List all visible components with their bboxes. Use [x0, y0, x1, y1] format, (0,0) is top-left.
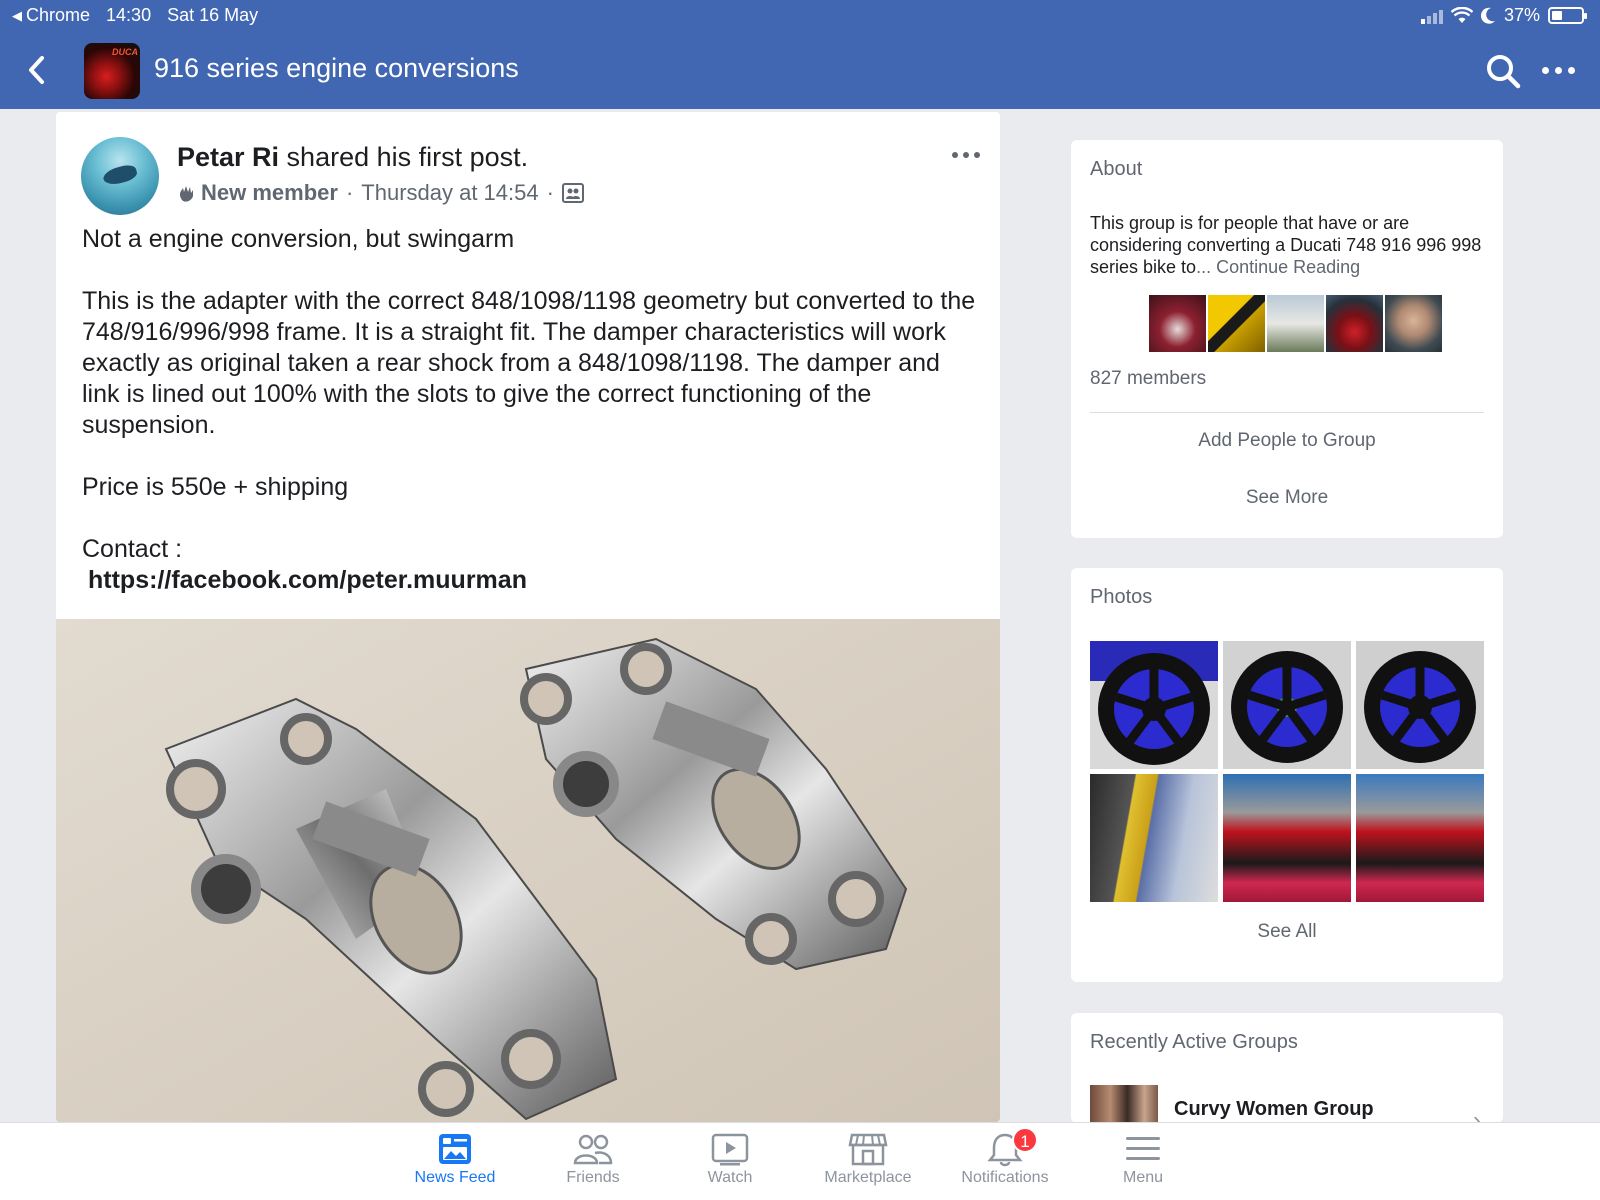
post-timestamp[interactable]: Thursday at 14:54 — [361, 180, 538, 206]
photos-title: Photos — [1090, 586, 1153, 608]
chevron-left-icon — [29, 56, 44, 84]
post-options-button[interactable] — [952, 152, 980, 158]
member-thumbnail[interactable] — [1208, 295, 1265, 352]
back-triangle-icon: ◀ — [12, 7, 22, 23]
post-price: Price is 550e + shipping — [82, 473, 349, 501]
status-time: 14:30 — [106, 5, 152, 25]
battery-icon — [1548, 7, 1587, 24]
about-card: About This group is for people that have… — [1071, 140, 1503, 538]
divider — [1090, 412, 1484, 413]
tab-label: News Feed — [414, 1169, 496, 1186]
back-app-label: Chrome — [26, 5, 91, 25]
post-photo[interactable] — [56, 619, 1000, 1122]
notification-badge: 1 — [1012, 1127, 1038, 1153]
swingarm-adapter-photo — [56, 619, 1000, 1122]
back-to-app-link[interactable]: ◀ Chrome — [12, 5, 90, 26]
top-bar: ◀ Chrome 14:30 Sat 16 May 37% DUCA 916 s… — [0, 0, 1600, 109]
tab-label: Marketplace — [824, 1169, 912, 1186]
about-description: This group is for people that have or ar… — [1090, 212, 1485, 278]
post-body: Not a engine conversion, but swingarm Th… — [82, 224, 982, 596]
marketplace-icon — [848, 1133, 888, 1166]
chevron-right-icon[interactable]: › — [1473, 1107, 1481, 1123]
nav-row: DUCA 916 series engine conversions — [0, 38, 1600, 102]
member-thumbnail[interactable] — [1090, 295, 1147, 352]
post-card: Petar Ri shared his first post. New memb… — [56, 112, 1000, 1122]
back-button[interactable] — [22, 52, 52, 88]
add-people-button[interactable]: Add People to Group — [1071, 430, 1503, 452]
news-feed-icon — [439, 1134, 471, 1164]
photo-thumbnail[interactable] — [1223, 641, 1351, 769]
group-thumbnail[interactable]: DUCA — [84, 43, 140, 99]
signal-icon — [1420, 8, 1443, 24]
see-all-photos-button[interactable]: See All — [1071, 921, 1503, 943]
post-action-text: shared his first post. — [279, 142, 529, 172]
continue-reading-link[interactable]: ... Continue Reading — [1196, 257, 1360, 277]
tab-news-feed[interactable]: News Feed — [390, 1131, 520, 1187]
meta-separator: · — [546, 180, 554, 205]
watch-icon — [711, 1133, 749, 1166]
post-meta: New member · Thursday at 14:54 · — [177, 180, 584, 206]
photo-grid — [1090, 641, 1484, 902]
member-thumbnails — [1090, 295, 1442, 352]
recent-group-item[interactable]: Curvy Women Group — [1090, 1085, 1374, 1123]
status-bar: ◀ Chrome 14:30 Sat 16 May 37% — [0, 0, 1600, 30]
tab-watch[interactable]: Watch — [665, 1131, 795, 1187]
recent-groups-title: Recently Active Groups — [1090, 1031, 1298, 1053]
group-thumbnail — [1090, 1085, 1158, 1123]
see-more-button[interactable]: See More — [1071, 487, 1503, 509]
tab-marketplace[interactable]: Marketplace — [803, 1131, 933, 1187]
wave-hand-icon — [179, 186, 193, 202]
search-icon — [1487, 55, 1521, 89]
status-date: Sat 16 May — [167, 5, 259, 25]
meta-separator: · — [345, 180, 354, 205]
member-thumbnail[interactable] — [1385, 295, 1442, 352]
tab-menu[interactable]: Menu — [1078, 1131, 1208, 1187]
group-audience-icon — [561, 183, 584, 203]
bottom-tab-bar: News Feed Friends Watch Marketplace 1 No… — [0, 1122, 1600, 1200]
about-title: About — [1090, 158, 1143, 180]
post-line-1: Not a engine conversion, but swingarm — [82, 225, 515, 253]
author-avatar[interactable] — [81, 137, 159, 215]
tab-label: Menu — [1122, 1169, 1164, 1186]
menu-icon — [1126, 1137, 1160, 1160]
photos-card: Photos See All — [1071, 568, 1503, 982]
recent-group-name: Curvy Women Group — [1174, 1097, 1374, 1120]
group-thumbnail-text: DUCA — [112, 47, 138, 57]
photo-thumbnail[interactable] — [1090, 641, 1218, 769]
battery-percent: 37% — [1503, 5, 1540, 25]
tab-label: Watch — [707, 1169, 753, 1186]
photo-thumbnail[interactable] — [1090, 774, 1218, 902]
moon-icon — [1481, 7, 1495, 24]
post-contact-link[interactable]: https://facebook.com/peter.muurman — [88, 565, 982, 596]
search-button[interactable] — [1484, 52, 1522, 90]
more-options-button[interactable] — [1538, 58, 1578, 82]
author-name[interactable]: Petar Ri — [177, 142, 279, 172]
photo-thumbnail[interactable] — [1356, 641, 1484, 769]
tab-notifications[interactable]: 1 Notifications — [940, 1127, 1070, 1187]
member-thumbnail[interactable] — [1326, 295, 1383, 352]
tab-label: Friends — [566, 1169, 620, 1186]
group-title[interactable]: 916 series engine conversions — [154, 53, 519, 84]
tab-label: Notifications — [961, 1169, 1049, 1186]
friends-icon — [573, 1134, 613, 1165]
wifi-icon — [1450, 7, 1473, 23]
recent-groups-card: Recently Active Groups Curvy Women Group… — [1071, 1013, 1503, 1123]
members-count[interactable]: 827 members — [1090, 368, 1206, 390]
photo-thumbnail[interactable] — [1223, 774, 1351, 902]
tab-friends[interactable]: Friends — [528, 1131, 658, 1187]
post-contact-label: Contact : — [82, 535, 183, 563]
member-thumbnail[interactable] — [1149, 295, 1206, 352]
member-thumbnail[interactable] — [1267, 295, 1324, 352]
member-badge[interactable]: New member — [177, 180, 338, 206]
photo-thumbnail[interactable] — [1356, 774, 1484, 902]
member-badge-label: New member — [201, 180, 338, 205]
post-paragraph: This is the adapter with the correct 848… — [82, 287, 976, 439]
post-header: Petar Ri shared his first post. — [177, 142, 528, 173]
